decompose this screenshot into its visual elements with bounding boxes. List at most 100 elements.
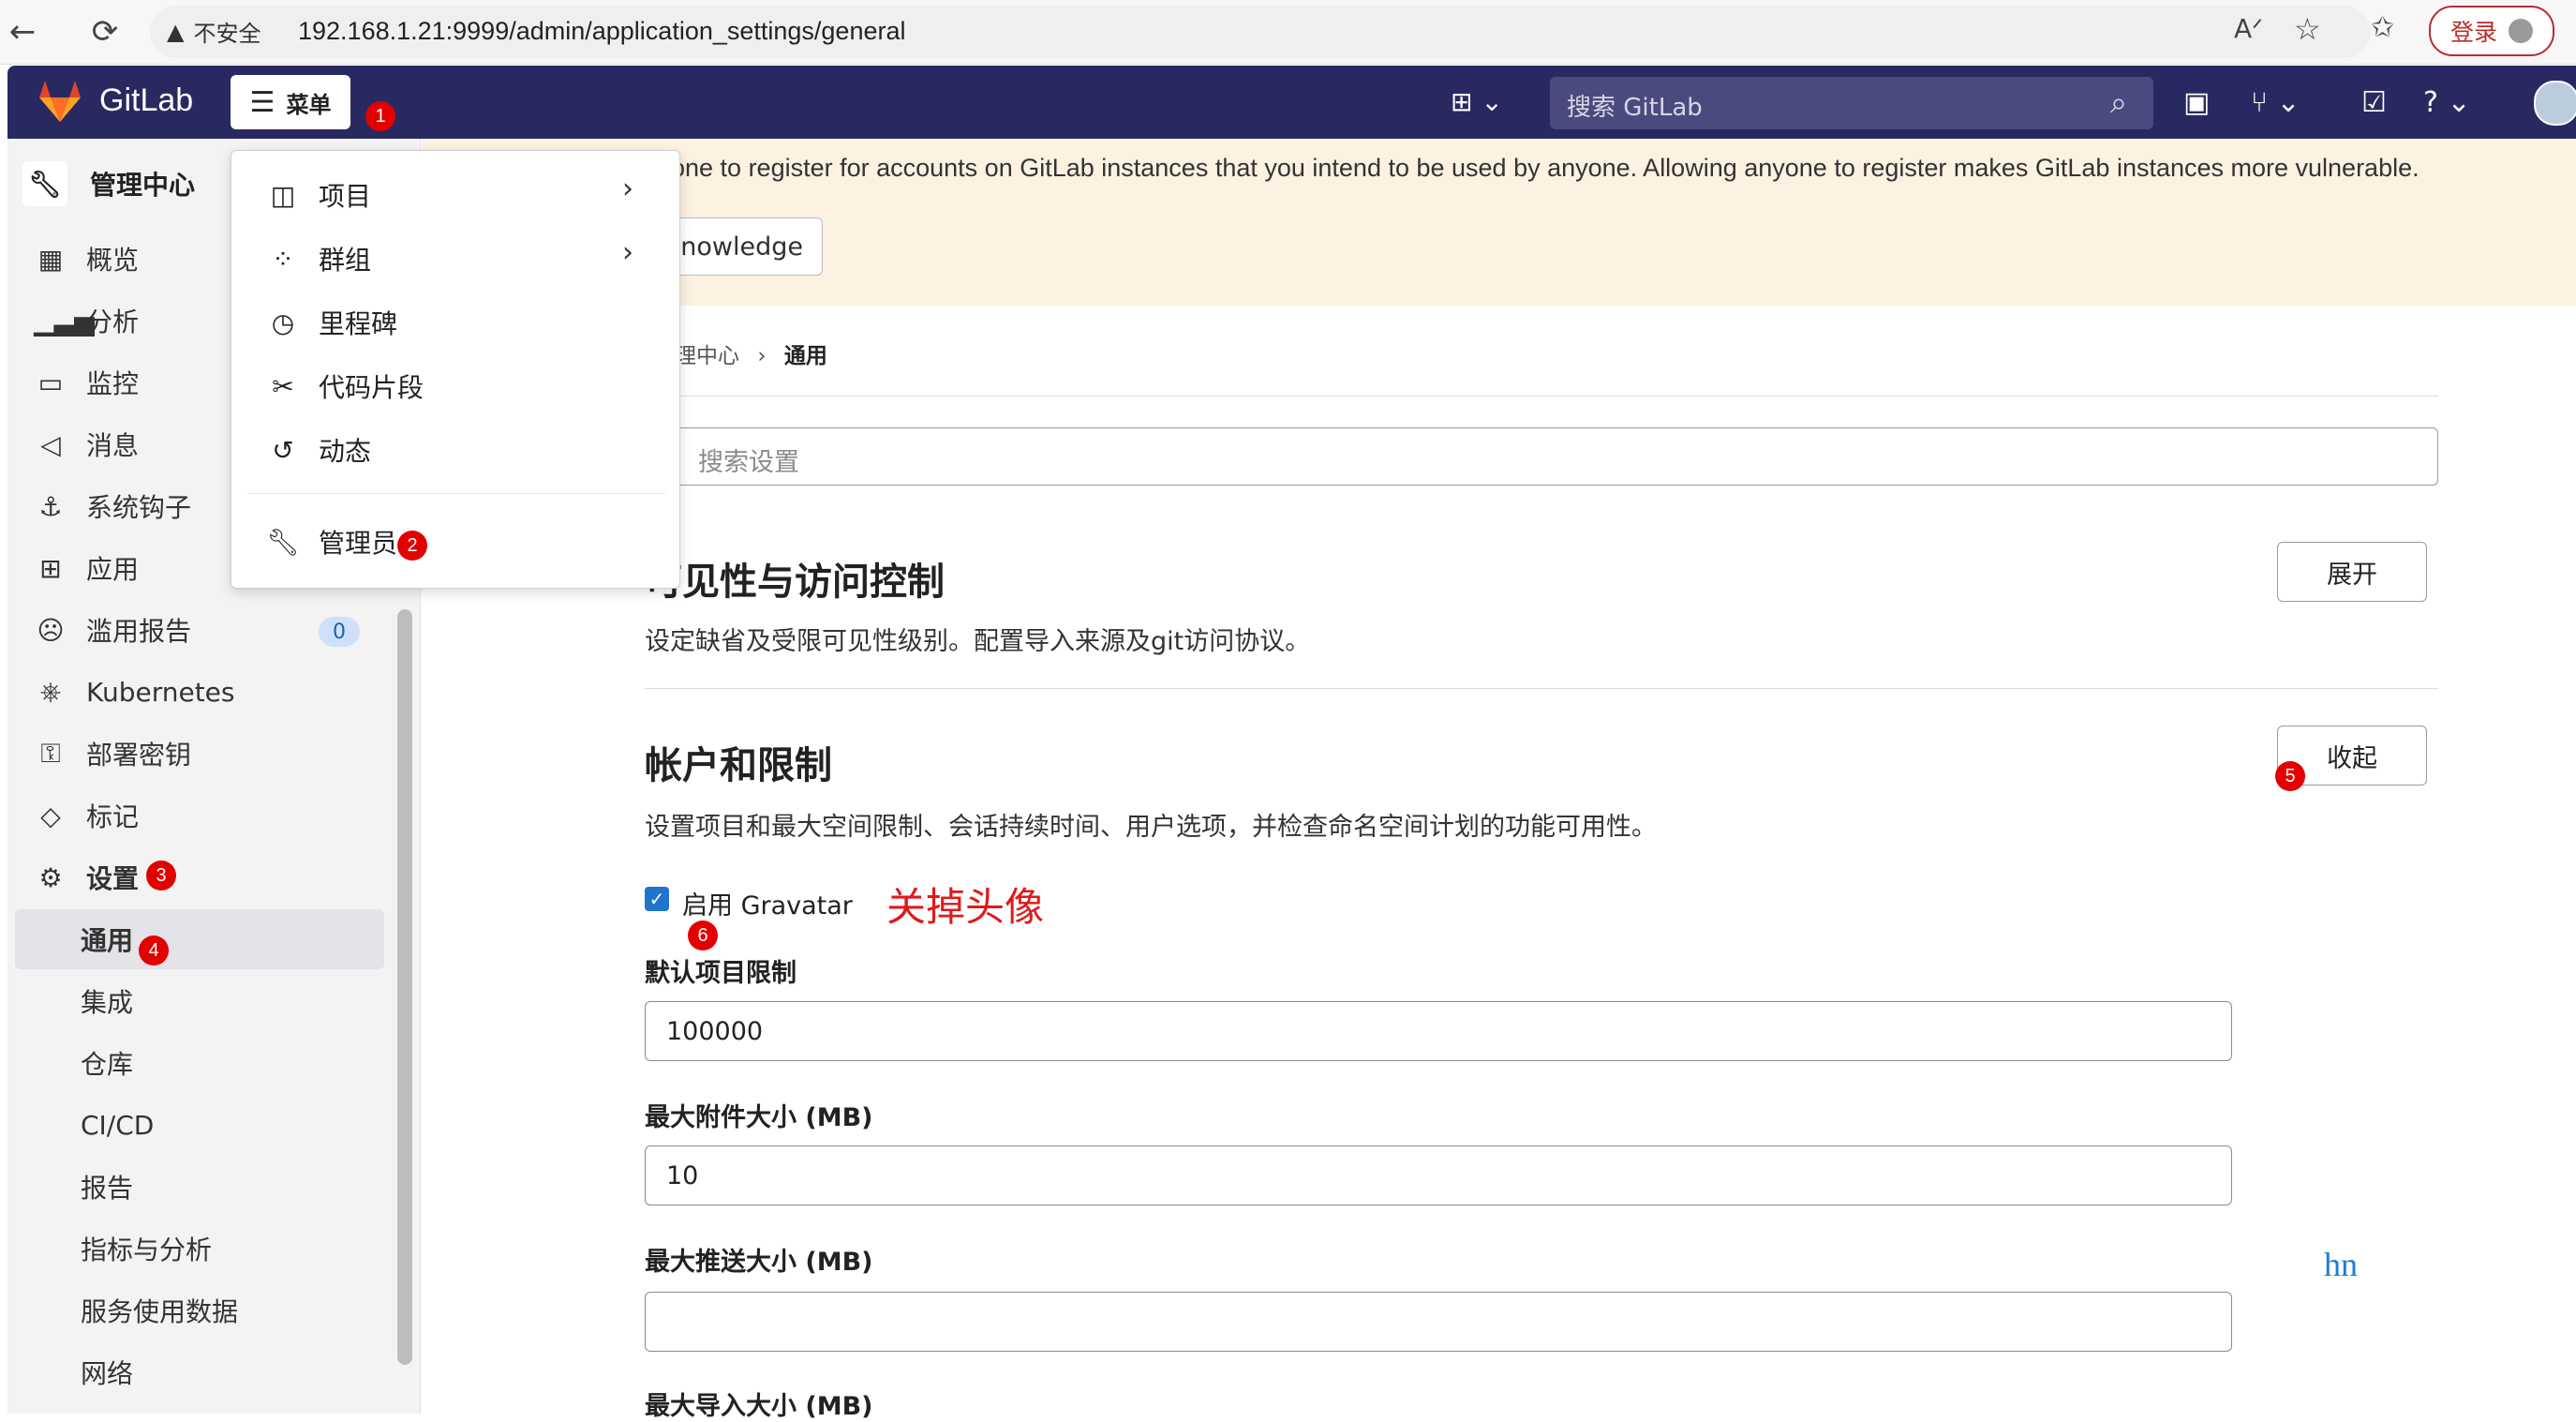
new-item-icon[interactable]: ⊞ ⌄: [1451, 86, 1503, 117]
star-icon[interactable]: ☆: [2294, 11, 2321, 47]
breadcrumb-parent[interactable]: 理中心: [675, 344, 739, 368]
security-warning[interactable]: ▲ 不安全: [167, 15, 261, 48]
max-attachment-size-input[interactable]: 10: [645, 1145, 2232, 1205]
history-icon: ↺: [272, 434, 294, 466]
profile-icon: [2509, 19, 2533, 43]
sidebar-item-label: 分析: [86, 307, 140, 337]
menu-item-label: 群组: [319, 245, 372, 276]
search-input[interactable]: 搜索 GitLab ⌕: [1550, 77, 2153, 129]
overview-icon: ▦: [37, 243, 64, 275]
section-title-account: 帐户和限制: [645, 744, 832, 787]
security-label: 不安全: [193, 21, 261, 47]
sidebar-item-label: 滥用报告: [86, 616, 192, 647]
expand-button[interactable]: 展开: [2277, 542, 2427, 602]
sidebar-item-kubernetes[interactable]: ⎈ Kubernetes: [34, 664, 399, 720]
clock-icon: ◷: [271, 307, 295, 338]
anchor-icon: ⚓︎: [38, 490, 63, 522]
menu-button[interactable]: ☰ 菜单: [231, 75, 350, 129]
menu-divider: [247, 493, 665, 494]
read-aloud-icon[interactable]: Aᐟ: [2234, 13, 2263, 44]
menu-item-milestones[interactable]: ◷ 里程碑: [266, 292, 650, 352]
collapse-label: 收起: [2327, 743, 2377, 773]
help-icon[interactable]: ? ⌄: [2423, 86, 2471, 119]
gravatar-checkbox[interactable]: ✓: [645, 887, 669, 911]
avatar[interactable]: [2534, 81, 2576, 126]
sidebar-sub-repository[interactable]: 仓库: [81, 1035, 380, 1091]
marker-5: 5: [2275, 761, 2305, 791]
project-icon: ◫: [270, 179, 296, 211]
sidebar-sub-metrics[interactable]: 指标与分析: [81, 1220, 380, 1277]
divider: [656, 396, 2438, 397]
default-project-limit-label: 默认项目限制: [645, 959, 797, 988]
sidebar-sub-general[interactable]: 通用: [81, 911, 380, 967]
menu-item-label: 项目: [319, 181, 372, 212]
issues-icon[interactable]: ▣: [2183, 86, 2210, 119]
settings-search-input[interactable]: 搜索设置: [656, 427, 2438, 486]
default-project-limit-input[interactable]: 100000: [645, 1001, 2232, 1061]
search-placeholder: 搜索 GitLab: [1567, 94, 1703, 122]
divider: [645, 688, 2438, 689]
menu-item-projects[interactable]: ◫ 项目: [266, 165, 650, 225]
sidebar-item-label: 消息: [86, 430, 140, 461]
wrench-icon: 🔧︎: [266, 526, 300, 558]
sidebar-scrollbar[interactable]: [397, 609, 412, 1365]
field-value: 100000: [666, 1017, 764, 1046]
abuse-icon: ☹︎: [37, 614, 65, 646]
reload-icon[interactable]: ⟳: [82, 9, 127, 54]
marker-2: 2: [397, 531, 427, 561]
menu-item-label: 代码片段: [319, 372, 424, 403]
sidebar-item-labels[interactable]: ◇ 标记: [34, 787, 399, 844]
menu-item-snippets[interactable]: ✂︎ 代码片段: [266, 356, 650, 416]
menu-item-admin[interactable]: 🔧︎ 管理员: [266, 512, 650, 572]
acknowledge-label: knowledge: [665, 232, 803, 262]
max-push-size-input[interactable]: [645, 1292, 2232, 1352]
breadcrumb-separator: ›: [757, 344, 767, 368]
chevron-right-icon: ›: [622, 172, 633, 205]
gravatar-label[interactable]: 启用 Gravatar: [682, 885, 853, 921]
menu-label: 菜单: [286, 91, 332, 118]
login-label: 登录: [2449, 19, 2497, 46]
settings-icon: ⚙︎: [38, 861, 63, 893]
sidebar-sub-cicd[interactable]: CI/CD: [81, 1097, 380, 1153]
back-icon[interactable]: ←: [0, 9, 45, 54]
chevron-right-icon: ›: [622, 236, 633, 269]
sidebar-item-label: 系统钩子: [86, 492, 192, 523]
max-import-size-label: 最大导入大小 (MB): [645, 1392, 873, 1421]
sidebar-sub-reporting[interactable]: 报告: [81, 1159, 380, 1215]
todo-icon[interactable]: ☑: [2361, 86, 2387, 119]
sidebar-item-label: 设置: [86, 863, 140, 894]
address-bar[interactable]: ▲ 不安全 192.168.1.21:9999/admin/applicatio…: [150, 6, 2371, 58]
merge-requests-icon[interactable]: ⑂ ⌄: [2251, 86, 2301, 119]
megaphone-icon: ◁: [40, 428, 61, 460]
section-desc-account: 设置项目和最大空间限制、会话持续时间、用户选项，并检查命名空间计划的功能可用性。: [645, 813, 1657, 842]
marker-6: 6: [688, 921, 718, 950]
max-push-size-label: 最大推送大小 (MB): [645, 1248, 873, 1277]
section-title-visibility: 可见性与访问控制: [645, 561, 945, 604]
settings-search-placeholder: 搜索设置: [698, 448, 799, 477]
abuse-count-badge: 0: [319, 617, 360, 647]
expand-label: 展开: [2327, 560, 2377, 590]
sidebar-sub-integrations[interactable]: 集成: [81, 973, 380, 1029]
warning-icon: ▲: [167, 18, 185, 45]
sidebar-item-deploy-keys[interactable]: ⚿ 部署密钥: [34, 726, 399, 782]
login-button[interactable]: 登录: [2429, 6, 2554, 56]
menu-item-label: 里程碑: [319, 308, 398, 339]
hamburger-icon: ☰: [249, 85, 275, 119]
menu-item-activity[interactable]: ↺ 动态: [266, 420, 650, 480]
marker-1: 1: [365, 101, 395, 131]
sidebar-sub-service-usage[interactable]: 服务使用数据: [81, 1282, 380, 1339]
favorites-icon[interactable]: ✩: [2371, 11, 2394, 44]
url-text: 192.168.1.21:9999/admin/application_sett…: [298, 17, 906, 45]
app-name[interactable]: GitLab: [99, 82, 193, 119]
section-desc-visibility: 设定缺省及受限可见性级别。配置导入来源及git访问协议。: [645, 627, 1311, 656]
apps-icon: ⊞: [39, 552, 62, 584]
sidebar-item-settings[interactable]: ⚙︎ 设置: [34, 849, 399, 906]
chart-icon: ▁▃▅: [34, 305, 95, 337]
sidebar-sub-network[interactable]: 网络: [81, 1344, 380, 1400]
key-icon: ⚿: [40, 738, 61, 769]
scissors-icon: ✂︎: [272, 370, 294, 402]
menu-item-groups[interactable]: ⁘ 群组: [266, 229, 650, 289]
sidebar-item-label: 标记: [86, 801, 140, 832]
gitlab-logo-icon[interactable]: [36, 79, 84, 127]
marker-3: 3: [146, 861, 176, 891]
